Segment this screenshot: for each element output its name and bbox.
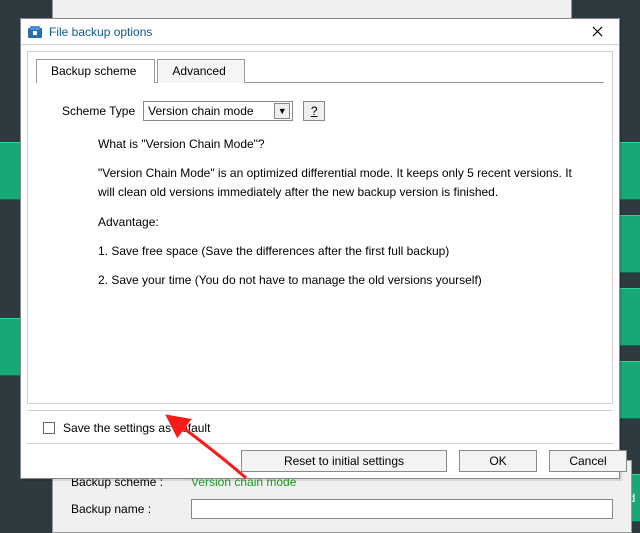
- scheme-type-select[interactable]: Version chain mode ▼: [143, 101, 293, 121]
- chevron-down-icon: ▼: [274, 103, 290, 119]
- tab-strip: Backup scheme Advanced: [28, 52, 612, 82]
- scheme-type-label: Scheme Type: [62, 104, 135, 118]
- help-button[interactable]: ?: [303, 101, 325, 121]
- close-icon: [592, 26, 603, 37]
- bg-panel-top: [52, 0, 572, 20]
- backup-name-input[interactable]: [191, 499, 613, 519]
- save-default-checkbox[interactable]: [43, 422, 55, 434]
- cancel-button[interactable]: Cancel: [549, 450, 627, 472]
- reset-button[interactable]: Reset to initial settings: [241, 450, 447, 472]
- desc-question: What is "Version Chain Mode"?: [98, 135, 588, 154]
- desc-advantage-1: 1. Save free space (Save the differences…: [98, 242, 588, 261]
- save-default-label: Save the settings as default: [63, 421, 210, 435]
- scheme-type-value: Version chain mode: [148, 104, 253, 118]
- file-backup-options-dialog: File backup options Backup scheme Advanc…: [20, 18, 620, 479]
- button-spacer: [39, 450, 229, 472]
- desc-advantage-2: 2. Save your time (You do not have to ma…: [98, 271, 588, 290]
- close-button[interactable]: [579, 21, 615, 43]
- scheme-description: What is "Version Chain Mode"? "Version C…: [98, 135, 588, 395]
- dialog-content: Backup scheme Advanced Scheme Type Versi…: [27, 51, 613, 404]
- desc-advantage-heading: Advantage:: [98, 213, 588, 232]
- ok-button[interactable]: OK: [459, 450, 537, 472]
- tab-backup-scheme[interactable]: Backup scheme: [36, 59, 155, 83]
- tab-advanced[interactable]: Advanced: [157, 59, 244, 83]
- desc-paragraph: "Version Chain Mode" is an optimized dif…: [98, 164, 588, 202]
- app-icon: [27, 24, 43, 40]
- save-default-row: Save the settings as default: [27, 410, 613, 437]
- backup-name-label: Backup name :: [71, 502, 191, 516]
- dialog-title: File backup options: [49, 25, 579, 39]
- titlebar: File backup options: [21, 19, 619, 45]
- dialog-button-row: Reset to initial settings OK Cancel: [27, 443, 613, 472]
